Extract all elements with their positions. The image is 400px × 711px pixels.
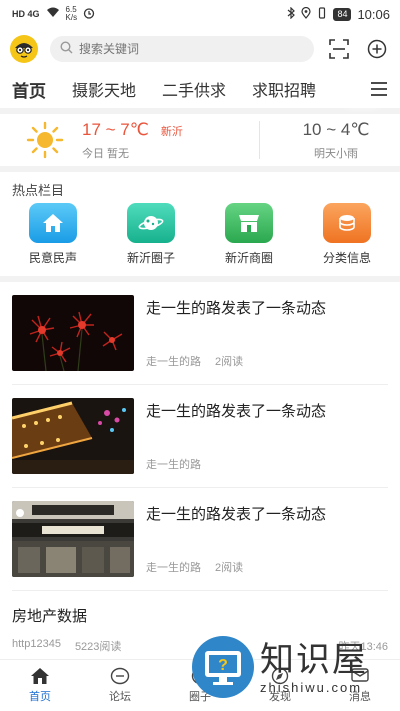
tomorrow-temperature: 10 ~ 4℃: [302, 119, 370, 139]
hot-section-title: 热点栏目: [12, 183, 65, 198]
nav-label: 消息: [349, 691, 371, 703]
feed-thumbnail-storefront: [12, 501, 134, 577]
text-feed-item[interactable]: 房地产数据 http12345 5223阅读 昨天13:46: [12, 591, 388, 665]
battery-level: 84: [333, 7, 352, 21]
hot-item-circle[interactable]: 新沂圈子: [106, 203, 196, 266]
feed-item[interactable]: 走一生的路发表了一条动态 走一生的路: [12, 385, 388, 488]
feed-author: 走一生的路: [146, 356, 201, 368]
compass-icon: [271, 667, 289, 685]
nav-discover[interactable]: 发现: [240, 660, 320, 711]
today-temperature: 17 ~ 7℃: [82, 119, 149, 139]
coins-icon: [323, 203, 371, 243]
feed-reads: 2阅读: [215, 356, 244, 368]
text-feed-title: 房地产数据: [12, 608, 88, 625]
menu-icon: [371, 82, 387, 96]
home-icon: [29, 203, 77, 243]
hot-grid: 民意民声 新沂圈子 新沂商圈 分类信息: [0, 203, 400, 276]
tab-photography[interactable]: 摄影天地: [72, 77, 136, 102]
bluetooth-icon: [287, 6, 296, 22]
weather-widget[interactable]: 17 ~ 7℃ 新沂 今日 暂无 10 ~ 4℃ 明天小雨: [0, 114, 400, 166]
circle-icon: [191, 667, 209, 685]
weather-divider: [259, 121, 260, 159]
hot-item-business[interactable]: 新沂商圈: [204, 203, 294, 266]
planet-icon: [127, 203, 175, 243]
hot-item-label: 新沂圈子: [126, 251, 175, 265]
today-weather-label: 今日 暂无: [82, 147, 130, 160]
clock: 10:06: [357, 6, 390, 22]
category-tabs: 首页 摄影天地 二手供求 求职招聘: [0, 70, 400, 108]
text-feed-time: 昨天13:46: [338, 641, 388, 653]
nav-label: 论坛: [109, 691, 131, 703]
scan-icon: [329, 39, 349, 59]
tomorrow-weather-label: 明天小雨: [314, 147, 358, 160]
network-indicator: HD 4G: [12, 9, 40, 19]
nav-label: 圈子: [189, 691, 211, 703]
feed-item[interactable]: 走一生的路发表了一条动态 走一生的路 2阅读: [12, 282, 388, 385]
alarm-icon: [83, 7, 95, 22]
nav-messages[interactable]: 消息: [320, 660, 400, 711]
nav-label: 首页: [29, 691, 51, 703]
wifi-icon: [46, 7, 60, 21]
hot-item-public-voice[interactable]: 民意民声: [8, 203, 98, 266]
avatar[interactable]: [10, 35, 38, 63]
hot-item-classifieds[interactable]: 分类信息: [302, 203, 392, 266]
city-name: 新沂: [160, 125, 183, 138]
tab-jobs[interactable]: 求职招聘: [252, 77, 316, 102]
home-icon: [31, 668, 49, 684]
nav-circle[interactable]: 圈子: [160, 660, 240, 711]
search-input[interactable]: [79, 42, 304, 56]
message-icon: [351, 668, 369, 682]
net-speed-unit: K/s: [65, 13, 78, 22]
app-header: [0, 28, 400, 70]
feed-title: 走一生的路发表了一条动态: [146, 403, 327, 420]
shop-icon: [225, 203, 273, 243]
search-icon: [60, 41, 73, 57]
feed-title: 走一生的路发表了一条动态: [146, 300, 327, 317]
tabs-menu-button[interactable]: [356, 73, 388, 105]
text-feed-reads: 5223阅读: [74, 641, 122, 653]
scan-button[interactable]: [326, 36, 352, 62]
bottom-nav: 首页 论坛 圈子 发现 消息: [0, 659, 400, 711]
nav-label: 发现: [269, 691, 291, 703]
tab-home[interactable]: 首页: [12, 77, 46, 102]
sunny-icon: [26, 121, 64, 159]
hot-item-label: 新沂商圈: [224, 251, 273, 265]
feed-thumbnail-red-flowers: [12, 295, 134, 371]
feed-author: 走一生的路: [146, 562, 201, 574]
tab-second-hand[interactable]: 二手供求: [162, 77, 226, 102]
status-bar: HD 4G 6.5 K/s 84 10:06: [0, 0, 400, 28]
feed-reads: 2阅读: [215, 562, 244, 574]
text-feed-source: http12345: [12, 638, 61, 650]
forum-icon: [110, 667, 130, 685]
hot-item-label: 分类信息: [322, 251, 371, 265]
search-bar[interactable]: [50, 36, 314, 62]
feed-title: 走一生的路发表了一条动态: [146, 506, 327, 523]
location-icon: [301, 6, 312, 22]
nav-home[interactable]: 首页: [0, 660, 80, 711]
nav-forum[interactable]: 论坛: [80, 660, 160, 711]
feed-item[interactable]: 走一生的路发表了一条动态 走一生的路 2阅读: [12, 488, 388, 591]
feed-author: 走一生的路: [146, 459, 201, 471]
feed-thumbnail-night-street: [12, 398, 134, 474]
vibrate-icon: [317, 6, 327, 22]
hot-item-label: 民意民声: [28, 251, 77, 265]
add-button[interactable]: [364, 36, 390, 62]
plus-circle-icon: [367, 39, 387, 59]
